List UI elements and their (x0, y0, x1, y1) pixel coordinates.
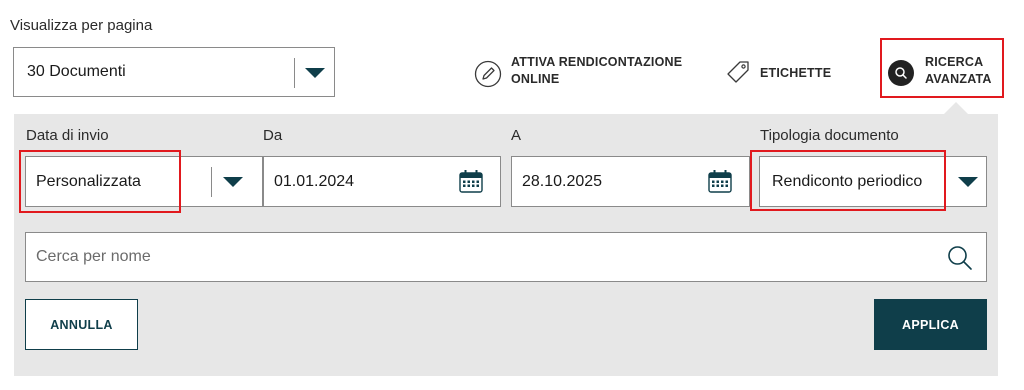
apply-button-label: APPLICA (902, 317, 959, 332)
online-reporting-line1: ATTIVA RENDICONTAZIONE (511, 55, 683, 69)
per-page-label: Visualizza per pagina (10, 17, 153, 34)
from-date-label: Da (263, 127, 283, 144)
search-icon[interactable] (946, 244, 974, 272)
per-page-select[interactable]: 30 Documenti (13, 47, 335, 97)
select-divider (294, 58, 295, 88)
per-page-value: 30 Documenti (27, 63, 126, 80)
doc-type-label: Tipologia documento (760, 127, 899, 144)
highlight-advanced-search (880, 38, 1004, 98)
chevron-down-icon (958, 177, 978, 187)
chevron-down-icon (223, 177, 243, 187)
highlight-doc-type (750, 150, 946, 211)
to-date-label: A (511, 127, 522, 144)
to-date-value: 28.10.2025 (522, 172, 603, 190)
tag-icon (727, 61, 749, 83)
apply-button[interactable]: APPLICA (874, 299, 987, 350)
to-date-input[interactable]: 28.10.2025 (511, 156, 750, 207)
highlight-send-date (19, 150, 181, 213)
calendar-icon[interactable] (458, 168, 484, 194)
labels-label: ETICHETTE (760, 66, 832, 80)
labels-action[interactable]: ETICHETTE (724, 58, 844, 88)
select-divider (211, 167, 212, 197)
online-reporting-action[interactable]: ATTIVA RENDICONTAZIONE ONLINE (474, 52, 704, 92)
online-reporting-line2: ONLINE (511, 72, 560, 86)
calendar-icon[interactable] (707, 168, 733, 194)
panel-pointer (944, 102, 968, 114)
from-date-value: 01.01.2024 (274, 172, 355, 190)
search-placeholder: Cerca per nome (36, 248, 151, 265)
pencil-icon (474, 60, 502, 88)
cancel-button[interactable]: ANNULLA (25, 299, 138, 350)
from-date-input[interactable]: 01.01.2024 (263, 156, 501, 207)
chevron-down-icon (305, 68, 325, 78)
search-input[interactable]: Cerca per nome (25, 232, 987, 282)
send-date-label: Data di invio (26, 127, 109, 144)
cancel-button-label: ANNULLA (50, 317, 113, 332)
